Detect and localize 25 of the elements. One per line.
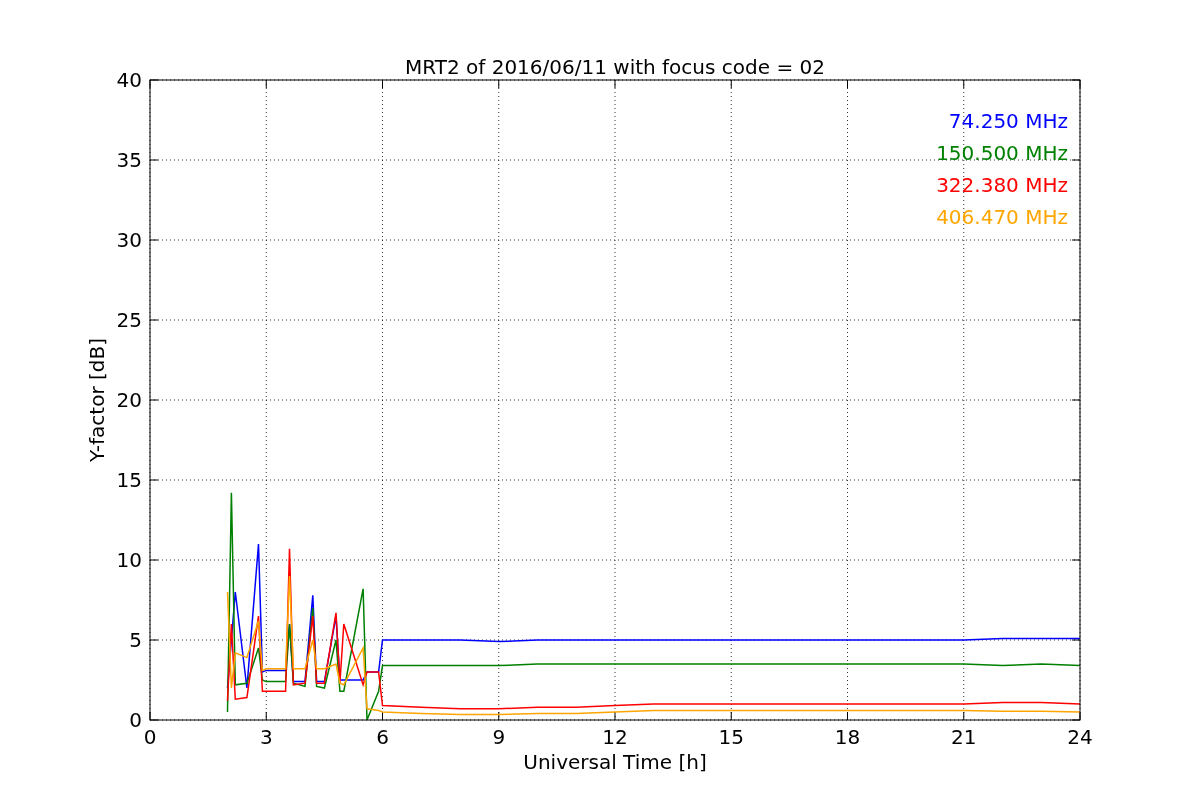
y-tick-label: 25 xyxy=(116,308,142,332)
x-tick-label: 9 xyxy=(492,725,506,749)
y-tick-label: 35 xyxy=(116,148,142,172)
legend-label: 150.500 MHz xyxy=(936,141,1068,165)
y-tick-label: 0 xyxy=(129,708,142,732)
y-tick-label: 5 xyxy=(129,628,142,652)
x-tick-label: 24 xyxy=(1067,725,1093,749)
chart-title: MRT2 of 2016/06/11 with focus code = 02 xyxy=(405,55,825,79)
x-tick-label: 15 xyxy=(718,725,744,749)
y-tick-label: 40 xyxy=(116,68,142,92)
y-axis-label: Y-factor [dB] xyxy=(85,338,109,462)
legend-label: 74.250 MHz xyxy=(948,109,1068,133)
y-tick-label: 15 xyxy=(116,468,142,492)
x-tick-label: 18 xyxy=(834,725,861,749)
x-tick-label: 12 xyxy=(602,725,628,749)
x-tick-label: 0 xyxy=(143,725,157,749)
x-tick-label: 3 xyxy=(259,725,273,749)
x-tick-label: 21 xyxy=(951,725,977,749)
legend-label: 322.380 MHz xyxy=(936,173,1068,197)
y-tick-label: 10 xyxy=(116,548,142,572)
y-tick-label: 20 xyxy=(116,388,142,412)
y-tick-label: 30 xyxy=(116,228,142,252)
legend-label: 406.470 MHz xyxy=(936,205,1068,229)
x-tick-label: 6 xyxy=(376,725,389,749)
x-axis-label: Universal Time [h] xyxy=(523,750,707,774)
